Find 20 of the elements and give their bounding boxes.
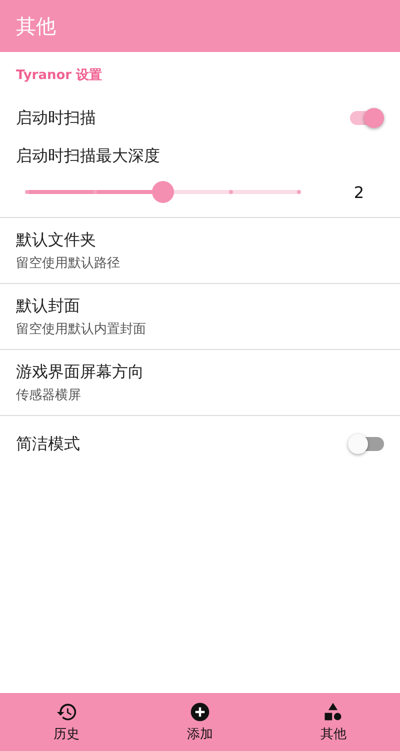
setting-label: 简洁模式: [16, 434, 80, 454]
setting-label: 游戏界面屏幕方向: [16, 362, 145, 382]
setting-summary: 传感器横屏: [16, 386, 82, 404]
slider-value: 2: [354, 182, 364, 202]
nav-item[interactable]: 历史: [22, 697, 112, 747]
toggle-switch[interactable]: [350, 111, 384, 125]
setting-summary: 留空使用默认路径: [16, 254, 121, 272]
setting-label: 启动时扫描: [16, 108, 96, 128]
nav-item[interactable]: 添加: [154, 697, 245, 747]
nav-item[interactable]: 其他: [288, 697, 378, 747]
history-icon: [56, 701, 78, 723]
add-icon: [188, 701, 211, 723]
toggle-switch[interactable]: [350, 437, 384, 451]
setting-label: 启动时扫描最大深度: [16, 146, 161, 167]
slider-thumb[interactable]: [152, 181, 174, 203]
setting-label: 默认封面: [16, 296, 81, 316]
setting-label: 默认文件夹: [16, 230, 97, 250]
page-title: 其他: [16, 12, 56, 40]
section-title: Tyranor 设置: [15, 67, 104, 85]
setting-summary: 留空使用默认内置封面: [16, 320, 147, 338]
